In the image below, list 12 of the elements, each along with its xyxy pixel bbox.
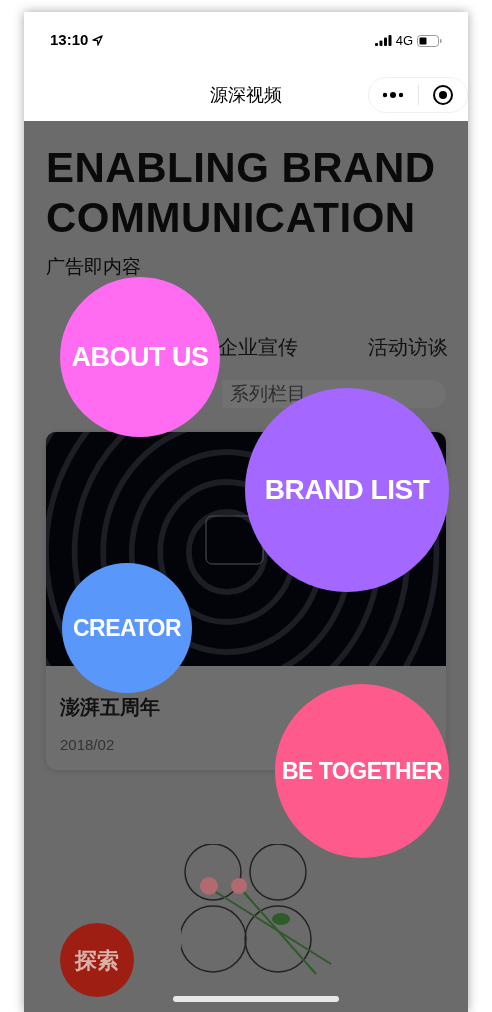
card-date: 2018/02 xyxy=(60,735,116,755)
status-time: 13:10 xyxy=(50,30,89,51)
page-title: 源深视频 xyxy=(210,83,282,107)
category-tab[interactable]: 活动访谈 xyxy=(368,331,448,362)
hero-subtitle: 广告即内容 xyxy=(46,255,142,279)
network-label: 4G xyxy=(395,31,413,50)
hero-title: ENABLING BRAND COMMUNICATION xyxy=(46,143,436,243)
location-arrow-icon xyxy=(92,35,104,46)
category-tab[interactable]: 企业宣传 xyxy=(218,331,298,362)
signal-icon xyxy=(374,35,392,46)
card-title: 澎湃五周年 xyxy=(60,695,161,720)
battery-icon xyxy=(417,34,442,47)
